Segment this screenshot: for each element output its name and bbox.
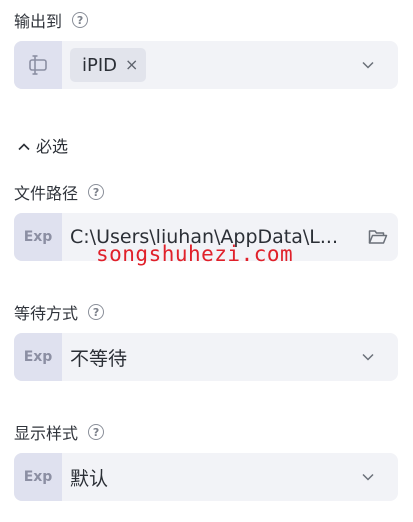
display-style-select[interactable]: Exp 默认 <box>14 453 398 501</box>
properties-panel: 输出到 ? iPID × 必选 文件路径 ? Exp C:\Users\liuh… <box>0 0 413 522</box>
help-icon[interactable]: ? <box>72 12 89 28</box>
wait-mode-select[interactable]: Exp 不等待 <box>14 333 398 381</box>
chevron-down-icon[interactable] <box>362 471 374 483</box>
selected-variable-tag: iPID × <box>70 48 147 82</box>
help-icon[interactable]: ? <box>88 304 105 320</box>
tag-remove-icon[interactable]: × <box>125 57 138 73</box>
file-path-label: 文件路径 <box>14 184 79 203</box>
expression-toggle[interactable]: Exp <box>14 453 62 501</box>
chevron-down-icon[interactable] <box>362 351 374 363</box>
wait-mode-label-row: 等待方式 ? <box>14 301 105 323</box>
output-to-select[interactable]: iPID × <box>14 41 398 89</box>
wait-mode-value: 不等待 <box>70 347 128 370</box>
chevron-up-icon <box>18 136 30 155</box>
display-style-label-row: 显示样式 ? <box>14 421 105 443</box>
tag-label: iPID <box>82 54 118 76</box>
watermark: songshuhezi.com <box>96 242 294 266</box>
required-section-label: 必选 <box>36 137 69 156</box>
output-to-label: 输出到 <box>14 12 63 31</box>
expression-toggle[interactable]: Exp <box>14 213 62 261</box>
help-icon[interactable]: ? <box>88 424 105 440</box>
variable-input-icon[interactable] <box>14 41 62 89</box>
display-style-value: 默认 <box>70 467 109 490</box>
wait-mode-label: 等待方式 <box>14 304 79 323</box>
file-path-label-row: 文件路径 ? <box>14 181 105 203</box>
display-style-label: 显示样式 <box>14 424 79 443</box>
folder-open-icon[interactable] <box>368 229 388 245</box>
help-icon[interactable]: ? <box>88 184 105 200</box>
required-section-toggle[interactable]: 必选 <box>18 134 68 156</box>
output-to-label-row: 输出到 ? <box>14 9 89 31</box>
expression-toggle[interactable]: Exp <box>14 333 62 381</box>
chevron-down-icon[interactable] <box>362 59 374 71</box>
